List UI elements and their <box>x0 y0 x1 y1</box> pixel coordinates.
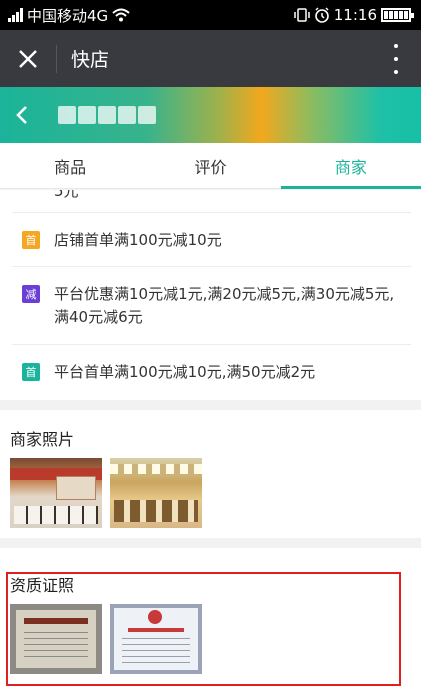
more-menu-button[interactable] <box>393 44 399 74</box>
close-icon <box>19 49 37 68</box>
tab-bar: 商品 评价 商家 <box>0 143 421 189</box>
divider <box>12 344 411 345</box>
tab-products[interactable]: 商品 <box>0 143 140 188</box>
merchant-photo[interactable] <box>110 458 202 528</box>
alarm-icon <box>314 7 329 23</box>
shop-name-blurred <box>58 106 156 124</box>
vibrate-icon <box>294 8 310 22</box>
platform-first-order-badge-icon: 首 <box>22 363 40 381</box>
shop-header <box>0 87 421 143</box>
promo-text: 平台首单满100元减10元,满50元减2元 <box>54 363 316 381</box>
clock-time: 11:16 <box>333 6 377 24</box>
wifi-icon <box>112 8 130 22</box>
licenses-section: 资质证照 <box>0 548 421 693</box>
license-photo[interactable] <box>110 604 202 674</box>
promo-cut-text: 5元 <box>54 190 79 200</box>
divider <box>12 266 411 267</box>
section-title: 资质证照 <box>10 576 75 595</box>
section-title: 商家照片 <box>10 430 75 449</box>
chevron-left-icon <box>16 106 27 124</box>
discount-badge-icon: 减 <box>22 285 40 303</box>
close-button[interactable] <box>0 30 56 87</box>
back-button[interactable] <box>0 87 44 143</box>
page-title: 快店 <box>71 49 110 71</box>
first-order-badge-icon: 首 <box>22 231 40 249</box>
tab-reviews[interactable]: 评价 <box>140 143 280 188</box>
title-divider <box>56 44 57 73</box>
promo-text: 平台优惠满10元减1元,满20元减5元,满30元减5元,满40元减6元 <box>54 285 395 326</box>
license-photo[interactable] <box>10 604 102 674</box>
more-vertical-icon <box>394 44 398 48</box>
title-bar: 快店 <box>0 30 421 87</box>
promo-text: 店铺首单满100元减10元 <box>54 231 222 249</box>
emblem-icon <box>148 610 162 624</box>
carrier-label: 中国移动4G <box>27 6 109 25</box>
merchant-photo[interactable] <box>10 458 102 528</box>
status-bar: 中国移动4G 11:16 <box>0 0 421 30</box>
tab-merchant[interactable]: 商家 <box>280 143 421 189</box>
divider <box>12 212 411 213</box>
merchant-photos-section: 商家照片 <box>0 410 421 538</box>
promotions-card: 5元 首 店铺首单满100元减10元 减 平台优惠满10元减1元,满20元减5元… <box>0 190 421 400</box>
battery-icon <box>381 8 414 22</box>
signal-icon <box>8 8 23 22</box>
